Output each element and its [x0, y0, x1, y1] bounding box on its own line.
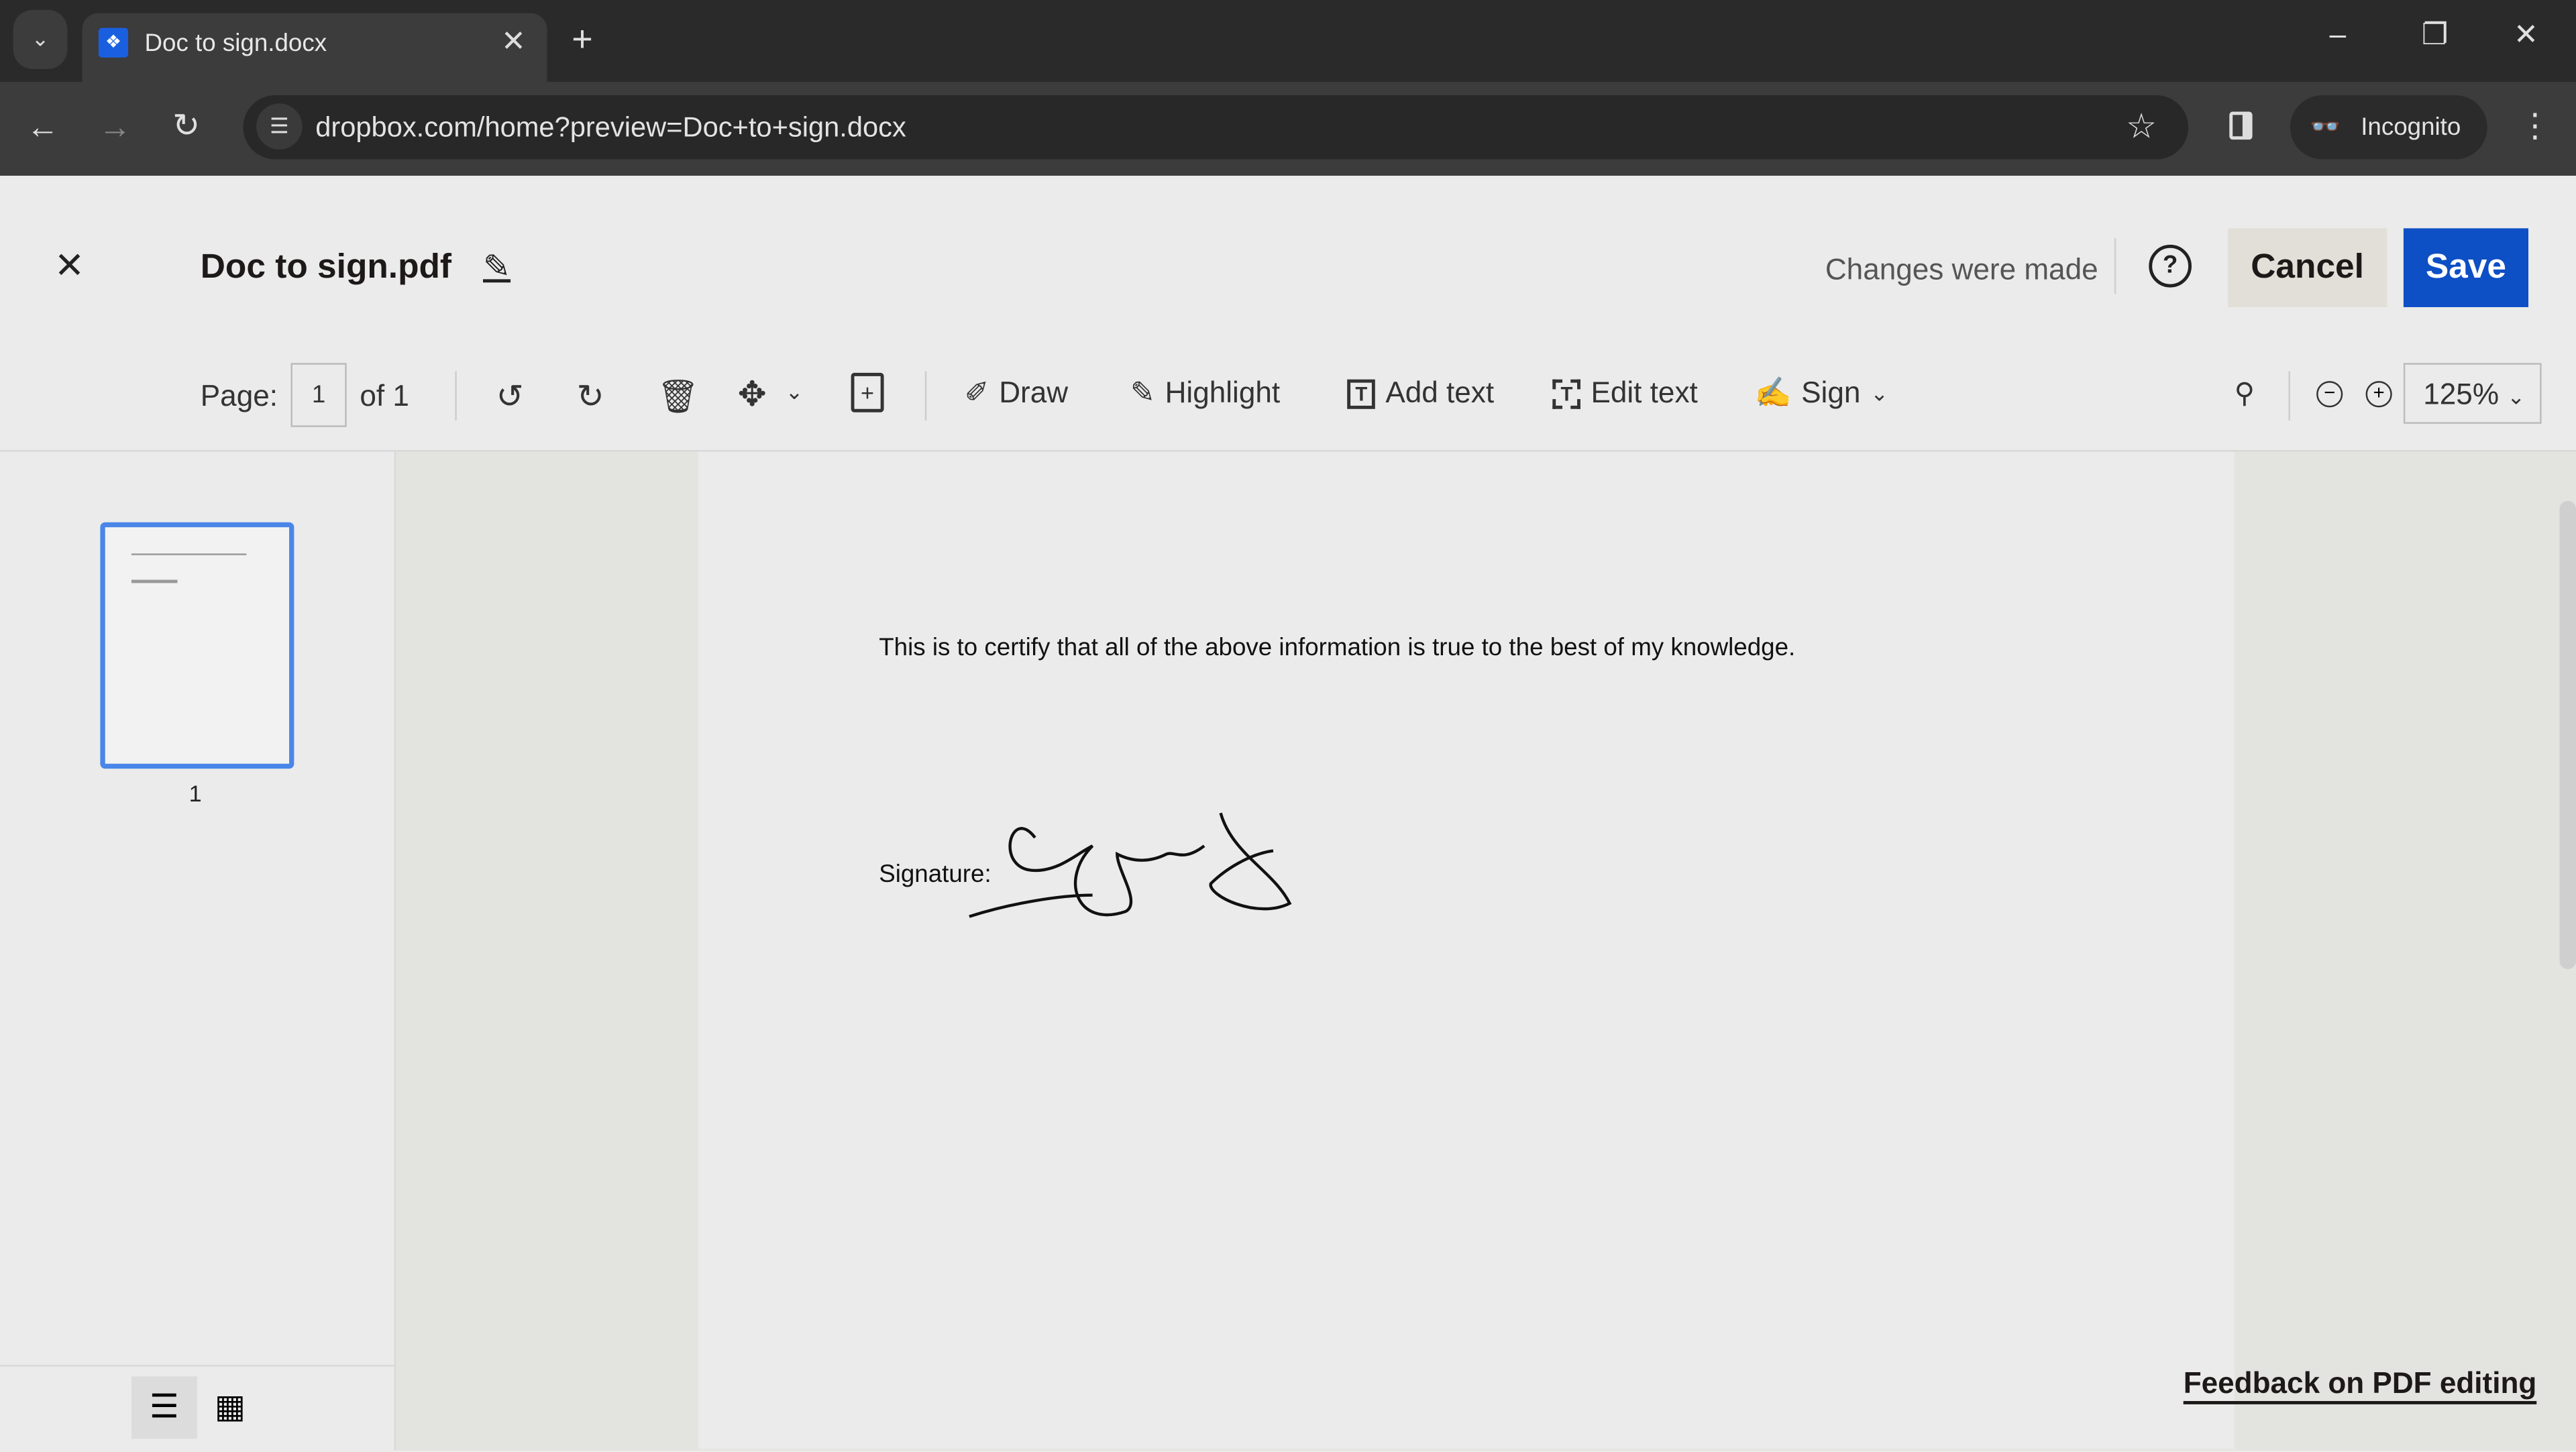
grid-view-button[interactable]: ▦ — [205, 1376, 254, 1439]
side-panel-icon[interactable] — [2229, 111, 2253, 140]
site-settings-icon[interactable]: ☰ — [256, 103, 303, 150]
thumbnail-page-number: 1 — [189, 780, 202, 807]
tab-close-icon[interactable]: ✕ — [501, 25, 526, 59]
browser-toolbar: ← → ↻ ☰ dropbox.com/home?preview=Doc+to+… — [0, 82, 2576, 176]
incognito-label: Incognito — [2361, 113, 2461, 142]
url-text: dropbox.com/home?preview=Doc+to+sign.doc… — [315, 111, 906, 144]
draw-icon: ✐ — [964, 376, 989, 409]
help-icon[interactable]: ? — [2149, 244, 2192, 288]
thumbnail-signature — [131, 579, 178, 583]
zoom-chevron-down-icon: ⌄ — [2507, 384, 2525, 409]
tab-bar: ⌄ ❖ Doc to sign.docx ✕ + – ❐ ✕ — [0, 0, 2576, 82]
rename-pencil-icon[interactable]: ✎ — [483, 246, 511, 287]
move-chevron-down-icon[interactable]: ⌄ — [786, 380, 804, 406]
sign-chevron-down-icon: ⌄ — [1870, 380, 1888, 405]
browser-menu-icon[interactable]: ⋮ — [2518, 110, 2551, 143]
browser-tab-active[interactable]: ❖ Doc to sign.docx ✕ — [82, 13, 547, 82]
edit-text-icon: T — [1552, 378, 1581, 408]
page-thumbnail[interactable] — [100, 522, 294, 769]
certify-text: This is to certify that all of the above… — [879, 634, 1796, 662]
edit-text-tool[interactable]: T Edit text — [1552, 376, 1698, 410]
back-button[interactable]: ← — [26, 112, 59, 145]
restore-button[interactable]: ❐ — [2422, 19, 2449, 49]
thumbnail-sidebar: 1 ☰ ▦ — [0, 450, 396, 1452]
feedback-link[interactable]: Feedback on PDF editing — [2183, 1367, 2537, 1404]
search-icon[interactable]: ⚲ — [2235, 378, 2255, 410]
page-label: Page: — [200, 379, 278, 412]
sidebar-footer: ☰ ▦ — [0, 1365, 394, 1452]
incognito-badge[interactable]: 👓 Incognito — [2290, 95, 2487, 160]
delete-page-icon[interactable]: 🗑 — [657, 376, 699, 417]
minimize-button[interactable]: – — [2330, 19, 2347, 49]
signature-drawing[interactable] — [961, 805, 1306, 928]
incognito-icon: 👓 — [2310, 113, 2341, 142]
editor-toolbar: Page: 1 of 1 ↺ ↻ 🗑 ✥ ⌄ + ✐ Draw ✎ Highligh… — [0, 363, 2576, 429]
divider — [455, 371, 457, 421]
draw-label: Draw — [999, 376, 1069, 409]
highlighter-icon: ✎ — [1130, 376, 1155, 409]
forward-button[interactable]: → — [99, 112, 131, 145]
draw-tool[interactable]: ✐ Draw — [965, 376, 1069, 410]
add-text-icon: T — [1347, 378, 1376, 408]
list-view-button[interactable]: ☰ — [131, 1376, 197, 1439]
rotate-right-icon[interactable]: ↻ — [577, 376, 604, 417]
tab-search-button[interactable]: ⌄ — [13, 9, 68, 69]
address-bar[interactable]: ☰ dropbox.com/home?preview=Doc+to+sign.d… — [243, 95, 2189, 160]
divider — [2114, 238, 2116, 294]
divider — [924, 371, 927, 421]
edit-text-label: Edit text — [1591, 376, 1698, 409]
status-text: Changes were made — [1825, 253, 2098, 286]
signature-stroke — [969, 812, 1292, 918]
zoom-in-icon[interactable]: + — [2365, 381, 2392, 408]
thumbnail-text-line — [131, 553, 247, 555]
rotate-left-icon[interactable]: ↺ — [496, 376, 524, 417]
new-tab-button[interactable]: + — [572, 21, 592, 58]
vertical-scrollbar[interactable] — [2559, 500, 2576, 969]
pdf-page: This is to certify that all of the above… — [698, 451, 2235, 1449]
dropbox-favicon-icon: ❖ — [98, 27, 129, 58]
insert-page-icon[interactable]: + — [851, 372, 884, 412]
page-count: of 1 — [360, 379, 409, 412]
close-editor-icon[interactable]: ✕ — [54, 245, 85, 288]
window-close-button[interactable]: ✕ — [2514, 19, 2538, 49]
cancel-button[interactable]: Cancel — [2227, 228, 2387, 307]
save-button[interactable]: Save — [2403, 228, 2529, 307]
page-input[interactable]: 1 — [290, 363, 347, 427]
file-name: Doc to sign.pdf — [200, 247, 452, 286]
zoom-value: 125% — [2423, 378, 2500, 411]
highlight-label: Highlight — [1165, 376, 1281, 409]
zoom-out-icon[interactable]: − — [2316, 381, 2343, 408]
divider — [2288, 371, 2290, 421]
signature-icon: ✍ — [1754, 376, 1792, 409]
sign-tool[interactable]: ✍ Sign ⌄ — [1755, 376, 1888, 410]
add-text-tool[interactable]: T Add text — [1347, 376, 1494, 410]
sign-label: Sign — [1801, 376, 1861, 409]
highlight-tool[interactable]: ✎ Highlight — [1130, 376, 1280, 410]
move-icon[interactable]: ✥ — [738, 374, 767, 415]
zoom-select[interactable]: 125% ⌄ — [2403, 363, 2542, 424]
add-text-label: Add text — [1385, 376, 1495, 409]
reload-button[interactable]: ↻ — [172, 110, 200, 143]
tab-title: Doc to sign.docx — [144, 30, 327, 58]
bookmark-star-icon[interactable]: ☆ — [2126, 107, 2157, 148]
